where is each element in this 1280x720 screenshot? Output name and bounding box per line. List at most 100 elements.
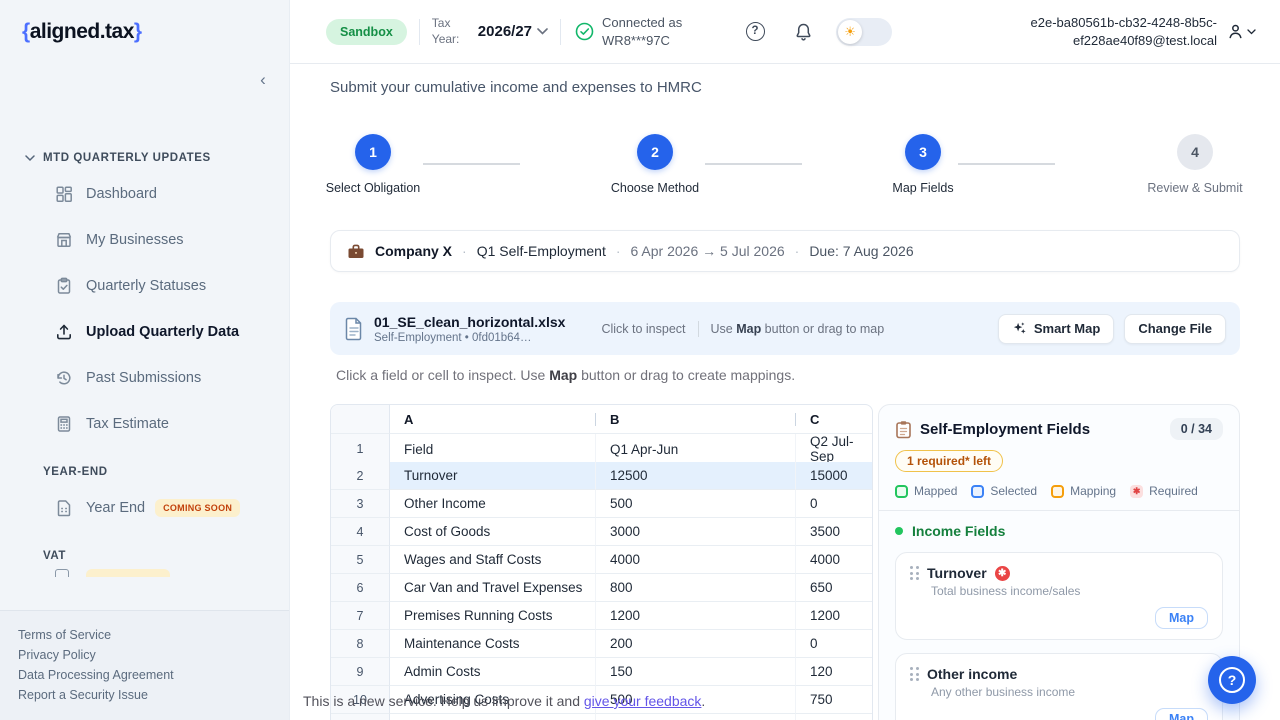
cell-b6[interactable]: 800 — [596, 574, 796, 602]
theme-toggle[interactable]: ☀ — [836, 18, 892, 46]
step-1-label: Select Obligation — [326, 181, 421, 195]
cell-b11[interactable] — [596, 714, 796, 720]
coming-soon-badge: COMING SOON — [155, 499, 240, 517]
sheet-row-2: 2Turnover1250015000 — [331, 462, 872, 490]
stepper: 1Select Obligation2Choose Method3Map Fie… — [290, 64, 1280, 204]
change-file-button[interactable]: Change File — [1124, 314, 1226, 344]
partial-badge — [86, 569, 170, 577]
sidebar-item-partial — [0, 569, 289, 577]
cell-a3[interactable]: Other Income — [390, 490, 596, 518]
cell-a5[interactable]: Wages and Staff Costs — [390, 546, 596, 574]
field-card-other-income[interactable]: Other income Any other business income Map — [895, 653, 1223, 720]
cell-c8[interactable]: 0 — [796, 630, 872, 658]
cell-c3[interactable]: 0 — [796, 490, 872, 518]
field-description: Any other business income — [931, 685, 1208, 699]
cell-a6[interactable]: Car Van and Travel Expenses — [390, 574, 596, 602]
obligation-due-date: Due: 7 Aug 2026 — [809, 243, 913, 259]
sheet-row-6: 6Car Van and Travel Expenses800650 — [331, 574, 872, 602]
sidebar-collapse-button[interactable]: ‹ — [253, 70, 273, 90]
column-header-c[interactable]: C — [796, 405, 872, 434]
cell-b2[interactable]: 12500 — [596, 462, 796, 490]
cell-a11[interactable] — [390, 714, 596, 720]
section-label: YEAR-END — [43, 466, 108, 478]
cell-c1[interactable]: Q2 Jul-Sep — [796, 434, 872, 465]
field-card-turnover[interactable]: Turnover✱Total business income/salesMap — [895, 552, 1223, 640]
question-icon: ? — [746, 22, 765, 41]
footer-link-report-a-security-issue[interactable]: Report a Security Issue — [18, 685, 289, 705]
sidebar-item-quarterly-statuses[interactable]: Quarterly Statuses — [0, 263, 289, 309]
step-2-circle[interactable]: 2 — [637, 134, 673, 170]
drag-handle-icon[interactable] — [910, 667, 919, 681]
feedback-link[interactable]: give your feedback — [584, 693, 702, 709]
cell-c5[interactable]: 4000 — [796, 546, 872, 574]
sidebar-nav: MTD QUARTERLY UPDATESDashboardMy Busines… — [0, 145, 289, 577]
file-icon — [344, 317, 364, 341]
smart-map-button[interactable]: Smart Map — [998, 314, 1114, 344]
column-header-b[interactable]: B — [596, 405, 796, 434]
tax-year-selector[interactable]: 2026/27 — [478, 23, 548, 40]
column-header-a[interactable]: A — [390, 405, 596, 434]
sidebar-item-label: Year End — [86, 500, 145, 516]
notifications-button[interactable] — [792, 21, 814, 43]
row-number: 3 — [331, 490, 390, 518]
mapping-swatch-icon — [1051, 485, 1064, 498]
sidebar-item-year-end[interactable]: Year End COMING SOON — [0, 485, 289, 531]
footer-link-data-processing-agreement[interactable]: Data Processing Agreement — [18, 665, 289, 685]
cell-a4[interactable]: Cost of Goods — [390, 518, 596, 546]
step-3-label: Map Fields — [892, 181, 953, 195]
cell-b3[interactable]: 500 — [596, 490, 796, 518]
selected-swatch-icon — [971, 485, 984, 498]
sheet-row-11: 11 — [331, 714, 872, 720]
briefcase-icon — [347, 243, 365, 260]
cell-c2[interactable]: 15000 — [796, 462, 872, 490]
cell-c4[interactable]: 3500 — [796, 518, 872, 546]
step-1-circle[interactable]: 1 — [355, 134, 391, 170]
step-4-circle[interactable]: 4 — [1177, 134, 1213, 170]
obligation-date-range: 6 Apr 2026 → 5 Jul 2026 — [631, 243, 785, 259]
step-3-circle[interactable]: 3 — [905, 134, 941, 170]
drag-handle-icon[interactable] — [910, 566, 919, 580]
footer-link-privacy-policy[interactable]: Privacy Policy — [18, 645, 289, 665]
help-button[interactable]: ? — [744, 21, 766, 43]
cell-b9[interactable]: 150 — [596, 658, 796, 686]
divider — [419, 19, 420, 45]
cell-b5[interactable]: 4000 — [596, 546, 796, 574]
feedback-banner: This is a new service. Help us improve i… — [303, 693, 705, 709]
legend-mapping: Mapping — [1051, 484, 1116, 498]
sidebar-item-upload-quarterly-data[interactable]: Upload Quarterly Data — [0, 309, 289, 355]
file-subtitle: Self-Employment • 0fd01b64… — [374, 332, 565, 344]
floating-help-button[interactable]: ? — [1208, 656, 1256, 704]
step-connector — [423, 163, 520, 165]
footer-link-terms-of-service[interactable]: Terms of Service — [18, 625, 289, 645]
field-card-header: Other income — [910, 666, 1208, 682]
sidebar-item-my-businesses[interactable]: My Businesses — [0, 217, 289, 263]
mapping-legend: MappedSelectedMapping✱Required — [895, 484, 1223, 498]
cell-c11[interactable] — [796, 714, 872, 720]
map-button[interactable]: Map — [1155, 708, 1208, 720]
cell-b4[interactable]: 3000 — [596, 518, 796, 546]
cell-b7[interactable]: 1200 — [596, 602, 796, 630]
cell-c6[interactable]: 650 — [796, 574, 872, 602]
cell-c7[interactable]: 1200 — [796, 602, 872, 630]
row-number: 8 — [331, 630, 390, 658]
cell-c10[interactable]: 750 — [796, 686, 872, 714]
sidebar-section-mtd-quarterly-updates[interactable]: MTD QUARTERLY UPDATES — [0, 145, 289, 171]
sidebar-item-past-submissions[interactable]: Past Submissions — [0, 355, 289, 401]
map-button[interactable]: Map — [1155, 607, 1208, 629]
cell-b8[interactable]: 200 — [596, 630, 796, 658]
document-icon — [55, 499, 74, 518]
cell-a8[interactable]: Maintenance Costs — [390, 630, 596, 658]
cell-c9[interactable]: 120 — [796, 658, 872, 686]
cell-a1[interactable]: Field — [390, 434, 596, 465]
user-menu-button[interactable] — [1227, 23, 1256, 40]
cell-a9[interactable]: Admin Costs — [390, 658, 596, 686]
sidebar-item-label: Quarterly Statuses — [86, 278, 206, 294]
sparkles-icon — [1012, 321, 1027, 336]
sheet-corner-cell — [331, 405, 390, 434]
step-connector — [958, 163, 1055, 165]
cell-a7[interactable]: Premises Running Costs — [390, 602, 596, 630]
sidebar-item-dashboard[interactable]: Dashboard — [0, 171, 289, 217]
cell-b1[interactable]: Q1 Apr-Jun — [596, 434, 796, 465]
sidebar-item-tax-estimate[interactable]: Tax Estimate — [0, 401, 289, 447]
cell-a2[interactable]: Turnover — [390, 462, 596, 490]
